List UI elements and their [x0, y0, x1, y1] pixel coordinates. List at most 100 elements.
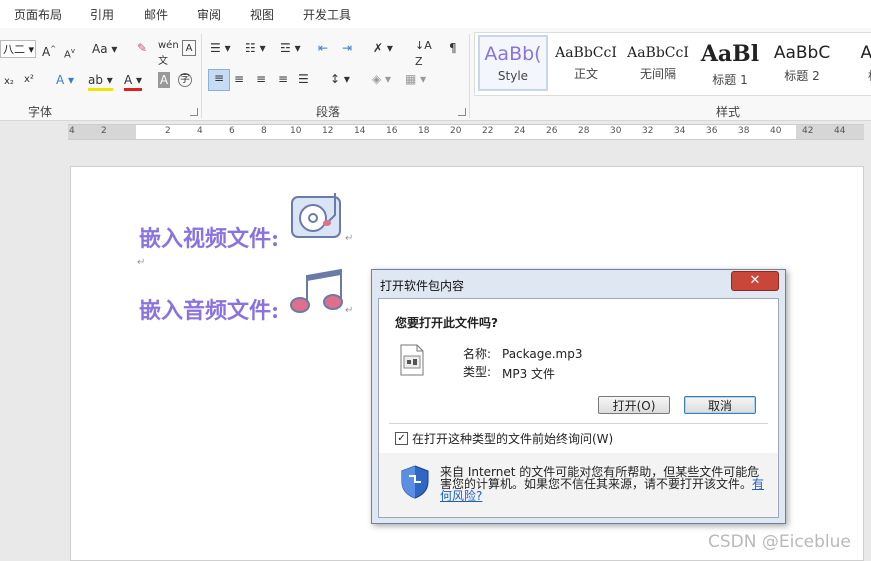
- highlight-icon[interactable]: ab ▾: [88, 72, 113, 91]
- char-shading-icon[interactable]: A: [158, 72, 170, 88]
- ruler-tick: 8: [261, 126, 267, 136]
- dialog-question: 您要打开此文件吗?: [395, 316, 498, 330]
- char-border-icon[interactable]: A: [182, 40, 196, 56]
- ruler-tick: 34: [674, 126, 686, 136]
- superscript-icon[interactable]: x²: [24, 72, 34, 88]
- divider: [201, 34, 202, 118]
- paragraph-mark: ↵: [345, 305, 354, 316]
- horizontal-ruler[interactable]: 4 2 2 4 6 8 10 12 14 16 18 20 22 24 26 2…: [68, 124, 864, 140]
- clear-format-icon[interactable]: ✎: [137, 40, 147, 56]
- ruler-tick: 30: [610, 126, 622, 136]
- grow-font-icon[interactable]: A^: [42, 41, 56, 60]
- font-dialog-launcher-icon[interactable]: [190, 108, 198, 116]
- ruler-tick: 38: [738, 126, 750, 136]
- cancel-button[interactable]: 取消: [684, 396, 756, 414]
- enclose-char-icon[interactable]: 字: [178, 73, 192, 87]
- align-center-icon[interactable]: ≡: [234, 71, 244, 87]
- ruler-tick: 4: [197, 126, 203, 136]
- numbering-icon[interactable]: ☷ ▾: [245, 40, 266, 56]
- sort-icon[interactable]: ↓A Z: [415, 38, 432, 70]
- ribbon: 八二 ▾ A^ Av Aa ▾ ✎ wén 文 A x₂ x² A ▾ ab ▾ …: [0, 28, 871, 121]
- distribute-icon[interactable]: ☰: [298, 71, 309, 87]
- ruler-tick: 6: [229, 126, 235, 136]
- ruler-tick: 2: [165, 126, 171, 136]
- ruler-tick: 2: [101, 126, 107, 136]
- text-effects-icon[interactable]: A ▾: [56, 72, 74, 88]
- font-group-label: 字体: [28, 105, 53, 119]
- justify-icon[interactable]: ≡: [278, 71, 288, 87]
- tab-references[interactable]: 引用: [90, 6, 114, 23]
- font-size-select[interactable]: 八二 ▾: [0, 40, 36, 58]
- ruler-tick: 44: [834, 126, 846, 136]
- warning-text: 来自 Internet 的文件可能对您有所帮助，但某些文件可能危害您的计算机。如…: [440, 466, 770, 502]
- chinese-layout-icon[interactable]: ✗ ▾: [373, 40, 393, 56]
- paragraph-mark: ↵: [137, 257, 146, 268]
- multilevel-list-icon[interactable]: ☲ ▾: [280, 40, 301, 56]
- ruler-tick: 10: [290, 126, 302, 136]
- ruler-tick: 22: [482, 126, 494, 136]
- open-button[interactable]: 打开(O): [598, 396, 670, 414]
- audio-line-text: 嵌入音频文件:: [139, 298, 280, 324]
- audio-file-icon: [400, 344, 424, 376]
- ruler-tick: 26: [546, 126, 558, 136]
- ruler-tick: 24: [514, 126, 526, 136]
- paragraph-group-label: 段落: [316, 105, 341, 119]
- ruler-tick: 32: [642, 126, 654, 136]
- tab-developer[interactable]: 开发工具: [303, 6, 351, 23]
- line-spacing-icon[interactable]: ↕ ▾: [330, 71, 350, 87]
- ruler-tick: 14: [354, 126, 366, 136]
- type-value: MP3 文件: [502, 367, 556, 381]
- bullets-icon[interactable]: ☰ ▾: [210, 40, 231, 56]
- warning-message: 来自 Internet 的文件可能对您有所帮助，但某些文件可能危害您的计算机。如…: [440, 465, 760, 491]
- style-item-style[interactable]: AaBb( Style: [478, 35, 548, 91]
- divider: [469, 34, 470, 118]
- tab-review[interactable]: 审阅: [197, 6, 221, 23]
- borders-icon[interactable]: ▦ ▾: [405, 71, 426, 87]
- style-item-heading-2[interactable]: AaBbC 标题 2: [767, 35, 837, 91]
- show-marks-icon[interactable]: ¶: [449, 40, 457, 56]
- watermark: CSDN @Eiceblue: [708, 532, 851, 552]
- video-package-icon[interactable]: [289, 189, 345, 241]
- increase-indent-icon[interactable]: ⇥: [342, 40, 352, 56]
- ruler-tick: 20: [450, 126, 462, 136]
- ruler-tick: 18: [418, 126, 430, 136]
- style-item-heading-1[interactable]: AaBl 标题 1: [695, 35, 765, 91]
- align-right-icon[interactable]: ≡: [256, 71, 266, 87]
- subscript-icon[interactable]: x₂: [4, 74, 14, 90]
- open-package-dialog: 打开软件包内容 ✕ 您要打开此文件吗? 名称: Package.mp3 类型: …: [371, 269, 786, 524]
- ruler-tick: 16: [386, 126, 398, 136]
- tab-mailings[interactable]: 邮件: [144, 6, 168, 23]
- ruler-tick: 40: [770, 126, 782, 136]
- shield-icon: [401, 465, 429, 499]
- name-value: Package.mp3: [502, 347, 583, 361]
- ruler-tick: 12: [322, 126, 334, 136]
- ruler-tick: 36: [706, 126, 718, 136]
- style-item-normal[interactable]: AaBbCcI 正文: [551, 35, 621, 91]
- tab-page-layout[interactable]: 页面布局: [14, 6, 62, 23]
- phonetic-guide-icon[interactable]: wén 文: [158, 38, 179, 70]
- decrease-indent-icon[interactable]: ⇤: [318, 40, 328, 56]
- ruler-tick: 4: [69, 126, 75, 136]
- align-left-button[interactable]: ≡: [208, 69, 230, 91]
- divider: [389, 423, 768, 424]
- style-item-title[interactable]: AaI 标: [839, 35, 871, 91]
- type-label: 类型:: [463, 365, 492, 379]
- paragraph-mark: ↵: [345, 233, 354, 244]
- shading-icon[interactable]: ◈ ▾: [372, 71, 391, 87]
- paragraph-dialog-launcher-icon[interactable]: [458, 108, 466, 116]
- ribbon-tabs: 页面布局 引用 邮件 审阅 视图 开发工具: [0, 0, 871, 28]
- music-note-icon[interactable]: [289, 265, 345, 317]
- shrink-font-icon[interactable]: Av: [64, 43, 75, 63]
- video-line-text: 嵌入视频文件:: [139, 226, 280, 252]
- styles-group-label: 样式: [716, 105, 741, 119]
- style-item-no-spacing[interactable]: AaBbCcI 无间隔: [623, 35, 693, 91]
- dialog-title: 打开软件包内容: [380, 279, 465, 293]
- change-case-button[interactable]: Aa ▾: [92, 41, 117, 57]
- close-icon[interactable]: ✕: [731, 271, 779, 291]
- font-color-icon[interactable]: A ▾: [124, 72, 143, 91]
- warning-area: 来自 Internet 的文件可能对您有所帮助，但某些文件可能危害您的计算机。如…: [379, 453, 778, 517]
- tab-view[interactable]: 视图: [250, 6, 274, 23]
- ruler-tick: 28: [578, 126, 590, 136]
- always-ask-checkbox[interactable]: ✓: [395, 432, 408, 445]
- always-ask-label[interactable]: 在打开这种类型的文件前始终询问(W): [412, 430, 613, 447]
